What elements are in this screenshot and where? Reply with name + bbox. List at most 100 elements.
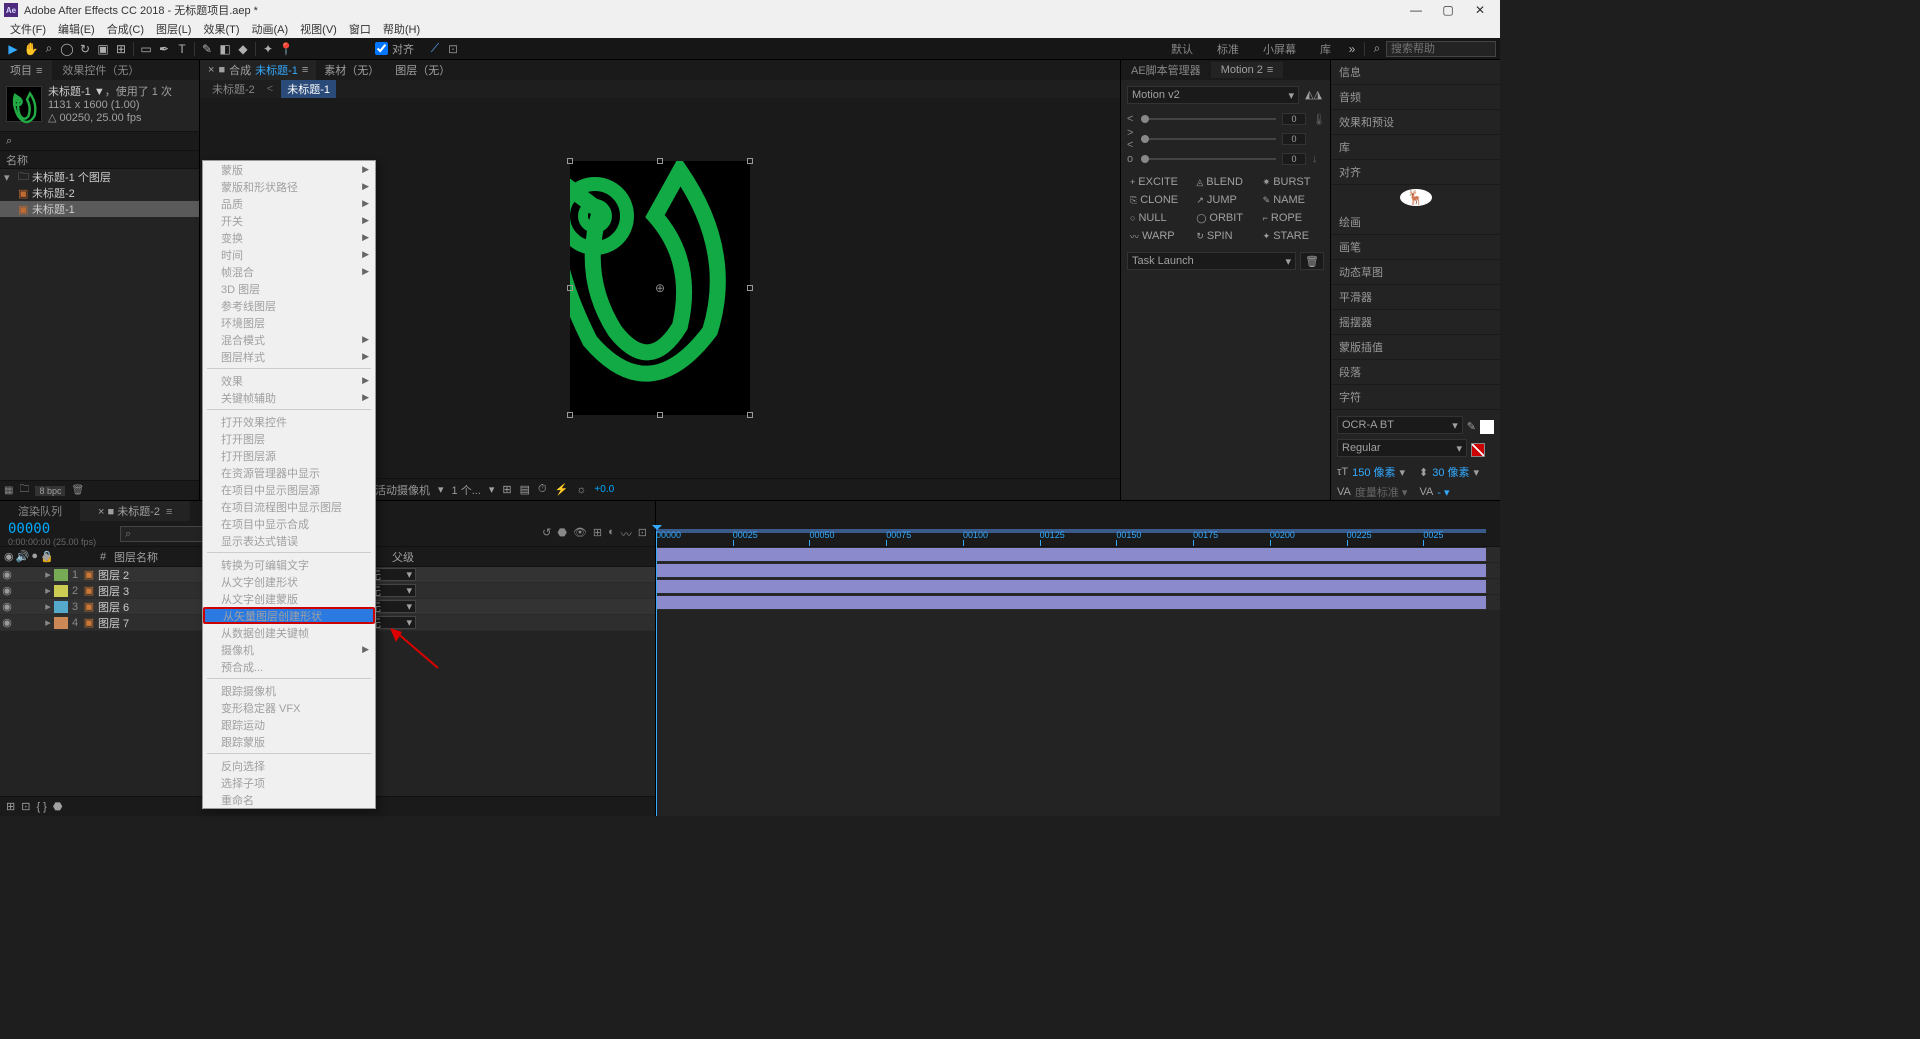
transform-handle[interactable] [567,158,573,164]
font-family-select[interactable]: OCR-A BT▾ [1337,416,1463,434]
menu-edit[interactable]: 编辑(E) [52,21,101,37]
time-ruler[interactable]: 0000000025000500007500100001250015000175… [656,530,1500,546]
audio-panel-header[interactable]: 音频 [1331,85,1500,110]
menu-item[interactable]: 开关▶ [203,212,375,229]
breadcrumb-item[interactable]: 未标题-2 [208,81,259,97]
layer-color-label[interactable] [54,601,68,613]
tree-item[interactable]: ▣ 未标题-2 [0,185,199,201]
project-name-header[interactable]: 名称 [0,151,199,169]
smoother-header[interactable]: 平滑器 [1331,285,1500,310]
visibility-toggle[interactable]: ◉ [0,568,14,581]
transform-handle[interactable] [657,158,663,164]
hand-tool[interactable]: ✋ [22,40,40,58]
track[interactable] [656,595,1500,611]
layer-bar[interactable] [656,580,1486,593]
3d-icon[interactable]: ⏱ [538,483,547,496]
mask-interp-header[interactable]: 蒙版插值 [1331,335,1500,360]
shy-icon[interactable]: 👁 [573,526,587,542]
playhead[interactable] [656,531,657,816]
exposure-value[interactable]: +0.0 [594,484,614,495]
toggle-switches-icon[interactable]: ⊞ [6,800,15,813]
snap-opt-icon[interactable]: ⟋ [426,40,444,58]
project-tab[interactable]: 项目≡ [0,60,52,80]
menu-item[interactable]: 反向选择 [203,757,375,774]
expand-toggle[interactable]: ▸ [42,568,54,581]
num-header[interactable]: # [96,551,110,563]
visibility-toggle[interactable]: ◉ [0,616,14,629]
transform-handle[interactable] [657,412,663,418]
paragraph-header[interactable]: 段落 [1331,360,1500,385]
parent-header[interactable]: 父级 [388,549,468,565]
transform-handle[interactable] [567,412,573,418]
font-style-select[interactable]: Regular▾ [1337,439,1467,457]
search-help-input[interactable] [1386,41,1496,57]
roto-tool[interactable]: ✦ [259,40,277,58]
pan-behind-tool[interactable]: ⊞ [112,40,130,58]
library-header[interactable]: 库 [1331,135,1500,160]
motion-warp-button[interactable]: 〰WARP [1127,228,1191,244]
menu-item[interactable]: 从矢量图层创建形状 [203,607,375,624]
menu-item[interactable]: 蒙版▶ [203,161,375,178]
menu-item[interactable]: 帧混合▶ [203,263,375,280]
orbit-tool[interactable]: ◯ [58,40,76,58]
workspace-library[interactable]: 库 [1308,41,1343,57]
menu-item[interactable]: 混合模式▶ [203,331,375,348]
eraser-tool[interactable]: ◆ [234,40,252,58]
transform-handle[interactable] [747,285,753,291]
wiggler-header[interactable]: 摇摆器 [1331,310,1500,335]
slider[interactable] [1141,118,1276,120]
layer-color-label[interactable] [54,617,68,629]
menu-item[interactable]: 时间▶ [203,246,375,263]
menu-item[interactable]: 选择子项 [203,774,375,791]
menu-item[interactable]: 蒙版和形状路径▶ [203,178,375,195]
transform-handle[interactable] [567,285,573,291]
camera-tool[interactable]: ▣ [94,40,112,58]
track[interactable] [656,547,1500,563]
visibility-toggle[interactable]: ◉ [0,584,14,597]
brainstorm-icon[interactable]: ⊡ [638,526,647,542]
layer-name[interactable]: 图层 6 [96,599,204,615]
motion-orbit-button[interactable]: ◯ORBIT [1193,210,1257,226]
expand-toggle[interactable]: ▸ [42,584,54,597]
workspace-overflow[interactable]: » [1343,40,1361,58]
menu-item[interactable]: 效果▶ [203,372,375,389]
task-launch-select[interactable]: Task Launch▾ [1127,252,1296,270]
menu-file[interactable]: 文件(F) [4,21,52,37]
workspace-default[interactable]: 默认 [1159,41,1205,57]
snap-checkbox[interactable] [375,42,388,55]
slider-value[interactable]: 0 [1282,113,1306,125]
toggle-inout-icon[interactable]: { } [36,801,46,813]
breadcrumb-item[interactable]: 未标题-1 [281,80,336,98]
expand-icon[interactable]: ▾ [4,171,14,184]
paint-header[interactable]: 绘画 [1331,210,1500,235]
comp-mini-flowchart-icon[interactable]: ↺ [542,526,551,542]
expand-toggle[interactable]: ▸ [42,616,54,629]
guides-icon[interactable]: ⊞ [502,483,511,496]
folder-new-icon[interactable]: 🗀 [19,482,29,499]
stroke-swatch[interactable] [1471,443,1485,457]
motion2-tab[interactable]: Motion 2≡ [1211,62,1284,78]
slider[interactable] [1141,158,1276,160]
layer-bar[interactable] [656,564,1486,577]
type-tool[interactable]: T [173,40,191,58]
workspace-small[interactable]: 小屏幕 [1251,41,1308,57]
menu-item[interactable]: 品质▶ [203,195,375,212]
workspace-standard[interactable]: 标准 [1205,41,1251,57]
menu-effect[interactable]: 效果(T) [197,21,245,37]
frame-blend-icon[interactable]: ⊞ [593,526,602,542]
effects-presets-header[interactable]: 效果和预设 [1331,110,1500,135]
menu-composition[interactable]: 合成(C) [101,21,150,37]
tree-item[interactable]: ▣ 未标题-1 [0,201,199,217]
menu-item[interactable]: 变换▶ [203,229,375,246]
leading-value[interactable]: 30 像素 [1432,464,1469,480]
zoom-tool[interactable]: ⌕ [40,40,58,58]
transform-handle[interactable] [747,412,753,418]
motion-spin-button[interactable]: ↻SPIN [1193,228,1257,244]
draft3d-icon[interactable]: ⬣ [557,526,567,542]
motion-stare-button[interactable]: ✦STARE [1260,228,1324,244]
motion-excite-button[interactable]: +EXCITE [1127,174,1191,190]
info-panel-header[interactable]: 信息 [1331,60,1500,85]
menu-item[interactable]: 图层样式▶ [203,348,375,365]
toggle-modes-icon[interactable]: ⊡ [21,800,30,813]
menu-item[interactable]: 摄像机▶ [203,641,375,658]
